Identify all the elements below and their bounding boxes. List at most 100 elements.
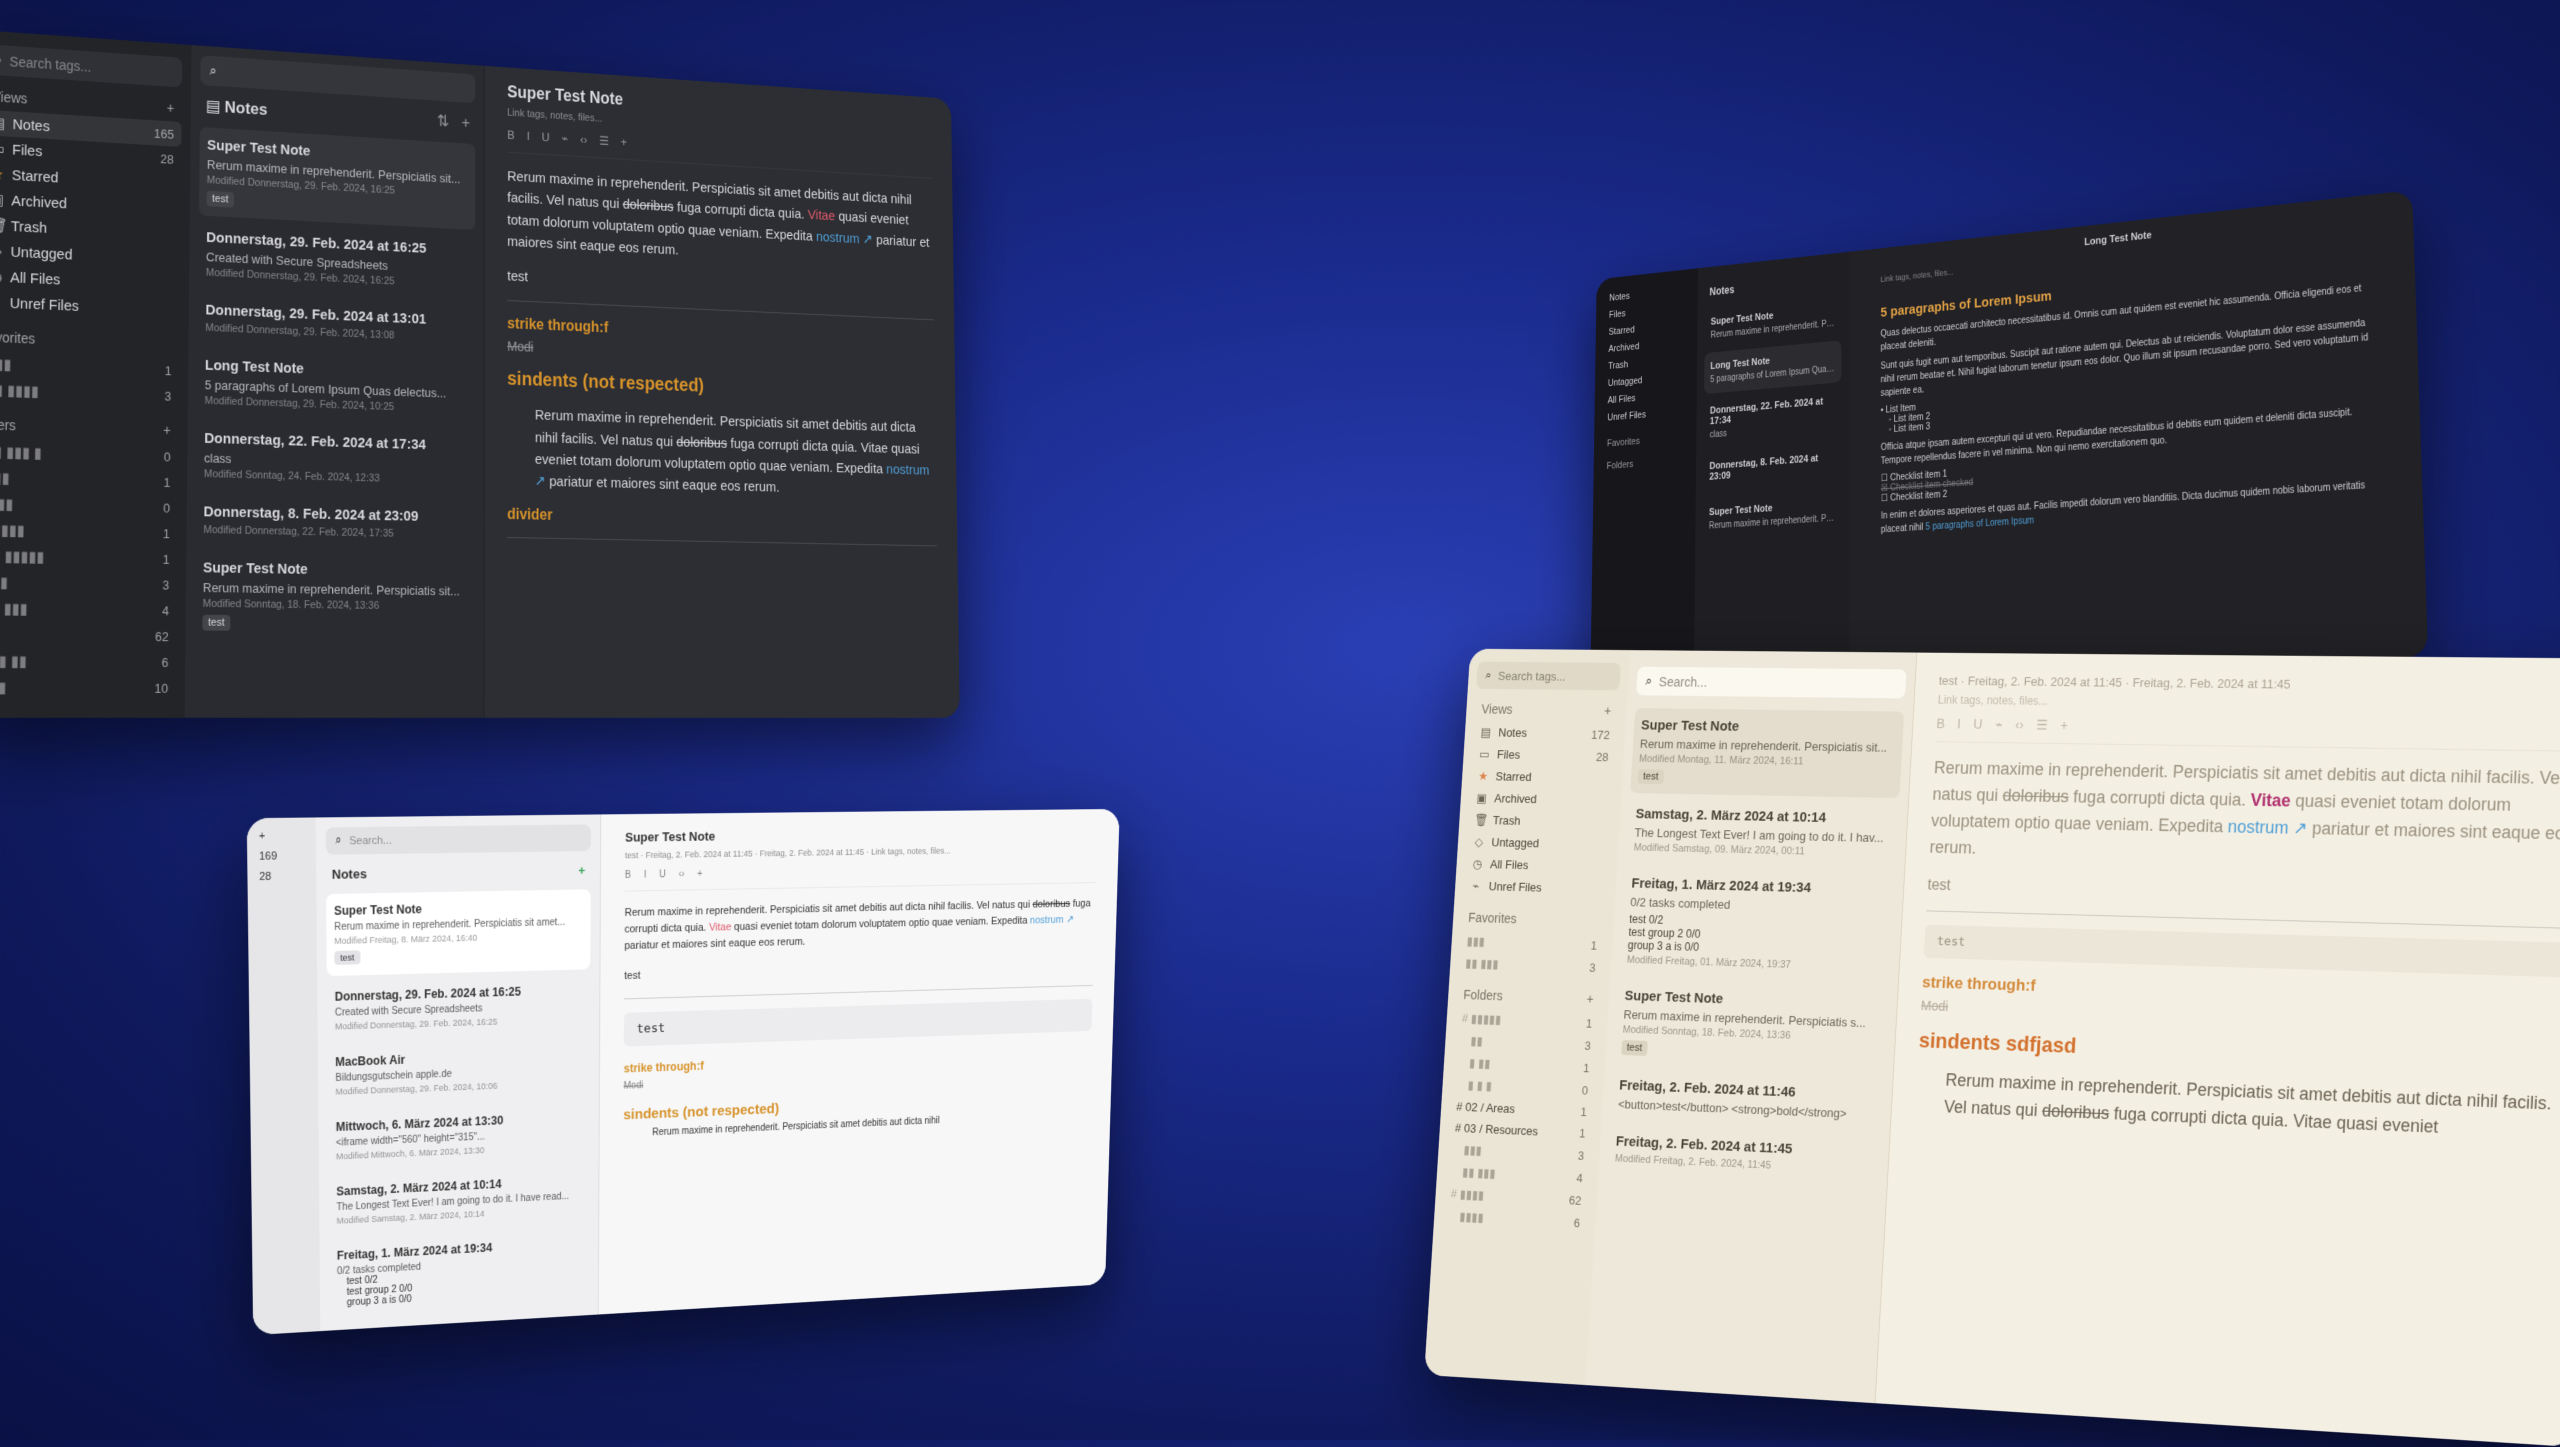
sidebar-item-unref-files[interactable]: ⌁Unref Files [1463,875,1608,901]
code-block[interactable]: test [1923,924,2560,978]
folders-section: lders + [0,416,171,438]
list-item[interactable]: Donnerstag, 8. Feb. 2024 at 23:09 Modifie… [196,494,475,551]
add-icon[interactable]: + [251,826,312,847]
text-test[interactable]: test [1927,874,2560,914]
add-icon[interactable]: + [2060,717,2068,733]
search-placeholder: Search tags... [9,53,92,75]
italic-icon[interactable]: I [527,129,530,144]
list-item[interactable]: Freitag, 2. Feb. 2024 at 11:45 Modified F… [1607,1124,1880,1186]
list-item[interactable]: Donnerstag, 29. Feb. 2024 at 13:01 Modifi… [198,292,475,354]
tag-badge[interactable]: test [202,614,231,631]
underline-icon[interactable]: U [542,130,550,145]
heading-sindents[interactable]: sindents (not respected) [507,369,935,406]
add-icon[interactable]: + [167,100,175,116]
list-item[interactable]: Long Test Note 5 paragraphs of Lorem Ipsu… [1704,340,1842,395]
list-item[interactable]: Freitag, 1. März 2024 at 19:34 0/2 tasks … [1619,866,1895,983]
italic-icon[interactable]: I [1957,716,1961,732]
add-icon[interactable]: + [1604,703,1612,718]
note-title[interactable]: Super Test Note [625,824,1097,845]
list-item[interactable]: Freitag, 2. Feb. 2024 at 11:46 <button>te… [1610,1068,1883,1132]
list-item[interactable]: Super Test Note Rerum maxime in reprehend… [1614,978,1889,1074]
paragraph[interactable]: Rerum maxime in reprehenderit. Perspicia… [507,166,933,274]
list-icon[interactable]: ☰ [599,133,609,148]
divider [624,985,1093,1000]
sort-icon[interactable]: ⇅ [437,112,449,131]
text-test[interactable]: test [624,956,1093,985]
list-item[interactable]: Super Test Note Rerum maxime in reprehend… [326,889,591,977]
folder-item[interactable]: ▮▮ ▮▮▮▮▮1 [0,543,177,572]
list-item[interactable]: Samstag, 2. März 2024 at 10:14 The Longes… [1626,797,1899,869]
code-icon[interactable]: ‹› [2015,717,2024,733]
folder-item[interactable]: ▮▮▮▮▮ 1 [0,516,177,546]
link-icon[interactable]: ⌁ [1995,717,2003,733]
link-icon[interactable]: ⌁ [562,131,569,146]
list-icon[interactable]: ☰ [2036,717,2048,733]
sidebar-item-starred[interactable]: ★ Starred [1470,765,1615,790]
folder-item[interactable]: ▮▮62 [0,621,176,649]
tag-badge[interactable]: test [206,190,234,208]
note-dates: test · Freitag, 2. Feb. 2024 at 11:45 · … [1938,673,2291,692]
list-item[interactable]: MacBook Air Bildungsgutschein apple.de Mod… [327,1037,590,1107]
notes-search[interactable]: ⌕ Search... [1636,666,1907,699]
list-item[interactable]: Donnerstag, 22. Feb. 2024 at 17:34 class M… [196,420,475,496]
folder-item[interactable]: ▮▮ ▮▮▮4 [0,595,177,623]
add-icon[interactable]: + [697,869,702,880]
list-item[interactable]: Donnerstag, 22. Feb. 2024 at 17:34 class [1704,386,1842,450]
tag-search[interactable]: ⌕ Search tags... [0,44,183,88]
tag-badge[interactable]: test [334,950,361,965]
list-item[interactable]: Super Test Note Rerum maxime in reprehend… [1630,708,1905,799]
notes-count: 169 [259,850,278,863]
heading-divider[interactable]: divider [507,507,936,533]
sidebar: ⌕ Search tags... Views + ▤ Notes 165 ▭ Files… [0,29,192,718]
add-icon[interactable]: + [621,135,627,150]
list-item[interactable]: Donnerstag, 8. Feb. 2024 at 23:09 [1703,442,1841,495]
text-test[interactable]: test [507,265,933,307]
favorite-item[interactable]: ▮▮ ▮▮▮ 3 [1458,952,1603,979]
sidebar-item-notes[interactable]: ▤ Notes 172 [1473,722,1618,746]
sidebar-item-files[interactable]: ▭ Files 28 [1471,743,1616,767]
list-item[interactable]: Donnerstag, 29. Feb. 2024 at 16:25 Create… [198,219,475,300]
tag-badge[interactable]: test [1621,1039,1648,1056]
code-icon[interactable]: ‹› [580,132,587,147]
list-item[interactable]: Samstag, 2. März 2024 at 10:14 The Longes… [329,1164,590,1236]
list-item[interactable]: Mittwoch, 6. März 2024 at 13:30 <iframe w… [328,1101,590,1172]
tag-search[interactable]: ⌕ Search tags... [1476,661,1621,691]
list-item[interactable]: Super Test Note Rerum maxime in reprehend… [1703,489,1841,540]
bold-icon[interactable]: B [1936,716,1945,732]
window-dark-main: ⌕ Search tags... Views + ▤ Notes 165 ▭ Files… [0,29,960,718]
folder-item[interactable]: ▮▮▮ 1 [0,464,178,495]
underline-icon[interactable]: U [1973,716,1983,732]
code-block[interactable]: test [623,998,1093,1047]
tag-badge[interactable]: test [1637,769,1664,785]
notes-icon: ▤ [0,114,6,133]
underline-icon[interactable]: U [659,869,666,880]
bold-icon[interactable]: B [507,128,514,143]
list-item[interactable]: Long Test Note 5 paragraphs of Lorem Ipsu… [197,347,475,425]
paragraph[interactable]: Rerum maxime in reprehenderit. Perspicia… [624,896,1095,955]
add-note-icon[interactable]: + [461,113,470,131]
add-folder-icon[interactable]: + [1586,991,1594,1006]
code-icon[interactable]: ‹› [678,869,684,880]
notes-search[interactable]: ⌕ Search... [325,824,591,855]
folder-item[interactable]: ▮ ▮▮0 [0,490,178,520]
list-item[interactable]: Donnerstag, 29. Feb. 2024 at 16:25 Create… [327,973,590,1041]
add-folder-icon[interactable]: + [163,422,171,438]
sidebar-item-trash[interactable]: 🗑 Trash [1467,809,1612,834]
paragraph[interactable]: Rerum maxime in reprehenderit. Perspicia… [1929,755,2560,875]
indented-paragraph[interactable]: Rerum maxime in reprehenderit. Perspicia… [535,405,936,503]
list-item[interactable]: Super Test Note Rerum maxime in reprehend… [195,550,475,643]
search-icon: ⌕ [0,51,3,68]
external-link[interactable]: nostrum ↗ [816,229,873,247]
folder-item[interactable]: ▮▮▮ ▮▮ 6 [0,648,176,675]
clock-icon: ◷ [0,268,3,286]
folder-item[interactable]: ▮▮▮ 3 [0,569,177,598]
folder-icon: ▭ [0,140,5,158]
sidebar-item-archived[interactable]: ▣ Archived [1468,787,1613,812]
add-note-icon[interactable]: + [578,863,585,878]
bold-icon[interactable]: B [625,870,631,881]
indented-paragraph[interactable]: Rerum maxime in reprehenderit. Perspicia… [1943,1068,2560,1147]
list-item[interactable]: Freitag, 1. März 2024 at 19:34 0/2 tasks … [329,1226,589,1319]
folder-item[interactable]: ▮▮▮ 10 [0,674,176,701]
italic-icon[interactable]: I [644,870,647,881]
list-item[interactable]: Super Test Note Rerum maxime in reprehen… [199,126,476,231]
